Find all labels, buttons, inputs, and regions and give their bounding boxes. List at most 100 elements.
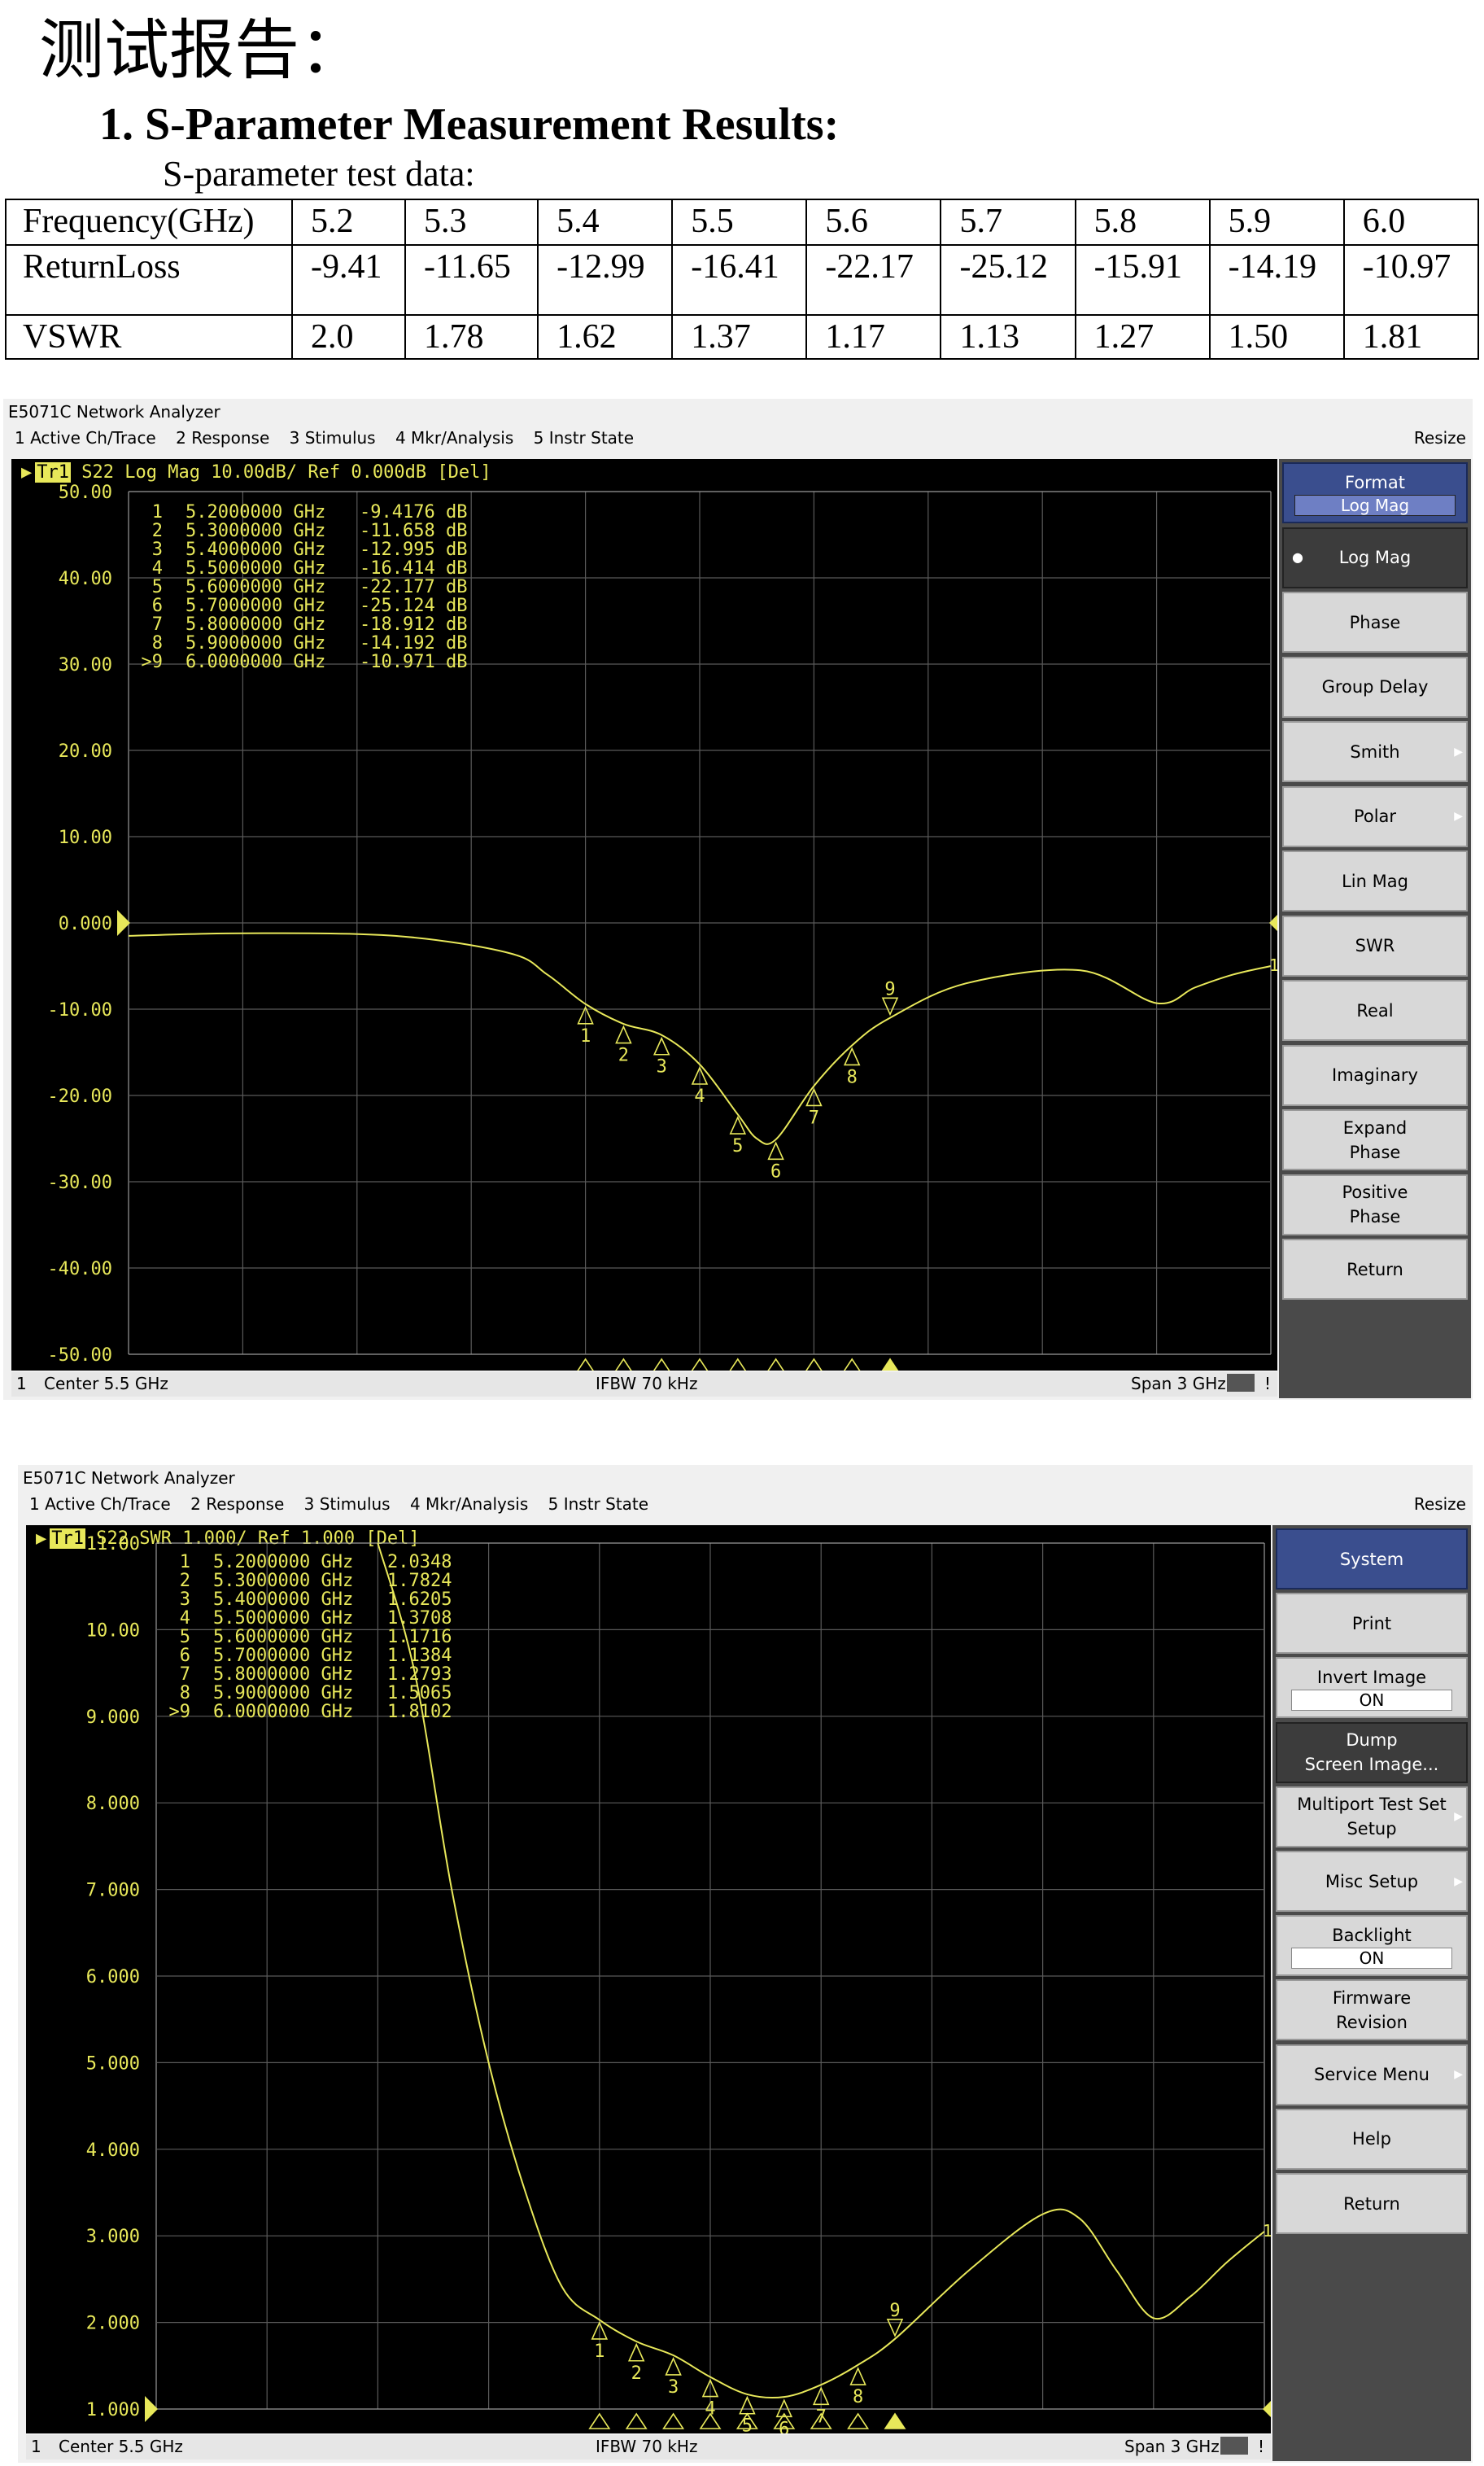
softkey-return[interactable]: Return bbox=[1276, 2173, 1468, 2234]
softkey-label: Smith bbox=[1350, 741, 1400, 762]
window-title: E5071C Network Analyzer bbox=[8, 402, 220, 422]
stimulus-marker-icon bbox=[729, 1358, 747, 1371]
softkey-backlight[interactable]: Backlight ON bbox=[1276, 1915, 1468, 1977]
marker-list-value: 1.2793 bbox=[387, 1664, 452, 1685]
menu-response[interactable]: 2 Response bbox=[190, 1494, 284, 1514]
y-tick-label: 9.000 bbox=[86, 1707, 140, 1728]
resize-button[interactable]: Resize bbox=[1414, 428, 1466, 448]
softkey-log-mag[interactable]: ● Log Mag bbox=[1282, 527, 1468, 588]
softkey-expand-phase[interactable]: Expand Phase bbox=[1282, 1109, 1468, 1170]
softkey-label: Phase bbox=[1349, 612, 1401, 632]
marker-triangle bbox=[849, 2367, 866, 2385]
marker-list-value: 2.0348 bbox=[387, 1552, 452, 1572]
marker-list-frequency: 5.2000000 GHz bbox=[213, 1552, 353, 1572]
marker-label: 1 bbox=[580, 1026, 591, 1047]
softkey-panel: Format Log Mag ● Log Mag Phase Group Delay Smi… bbox=[1279, 459, 1471, 1398]
y-tick-label: 10.00 bbox=[59, 828, 112, 848]
softkey-polar[interactable]: Polar ▶ bbox=[1282, 785, 1468, 847]
logmag-chart: 50.00 40.00 30.00 20.00 10.00 0.000 -10.00 -20.… bbox=[48, 483, 1277, 1371]
marker-label: 3 bbox=[657, 1057, 667, 1078]
marker-list-id: 7 bbox=[180, 1664, 190, 1685]
softkey-service-menu[interactable]: Service Menu ▶ bbox=[1276, 2044, 1468, 2105]
softkey-label: Print bbox=[1351, 1613, 1392, 1633]
menu-instr-state[interactable]: 5 Instr State bbox=[548, 1494, 648, 1514]
stimulus-marker-icon bbox=[577, 1358, 594, 1371]
softkey-smith[interactable]: Smith ▶ bbox=[1282, 721, 1468, 782]
marker-list-value: -25.124 dB bbox=[360, 596, 467, 616]
table-cell: 5.9 bbox=[1208, 199, 1345, 246]
marker-list-frequency: 5.5000000 GHz bbox=[213, 1608, 353, 1629]
status-span: Span 3 GHz bbox=[1131, 1374, 1226, 1393]
softkey-label: Invert Image bbox=[1316, 1667, 1427, 1687]
softkey-positive-phase[interactable]: Positive Phase bbox=[1282, 1174, 1468, 1235]
marker-list-value: -14.192 dB bbox=[360, 633, 467, 654]
softkey-imaginary[interactable]: Imaginary bbox=[1282, 1044, 1468, 1106]
marker-list-id: 2 bbox=[152, 521, 163, 541]
table-cell: 5.2 bbox=[291, 199, 406, 246]
softkey-label: Revision bbox=[1336, 2012, 1408, 2032]
status-flag: ! bbox=[1264, 1374, 1272, 1393]
softkey-lin-mag[interactable]: Lin Mag bbox=[1282, 850, 1468, 912]
marker-list-frequency: 5.4000000 GHz bbox=[213, 1589, 353, 1610]
softkey-print[interactable]: Print bbox=[1276, 1593, 1468, 1655]
submenu-arrow-icon: ▶ bbox=[1454, 1810, 1463, 1824]
swr-chart: 11.00 10.00 9.000 8.000 7.000 6.000 5.000 4.000… bbox=[86, 1534, 1271, 2433]
menu-mkr-analysis[interactable]: 4 Mkr/Analysis bbox=[410, 1494, 528, 1514]
y-tick-label: -40.00 bbox=[48, 1259, 112, 1279]
table-cell: -22.17 bbox=[805, 244, 942, 316]
table-cell: -14.19 bbox=[1208, 244, 1345, 316]
table-cell: 1.78 bbox=[404, 314, 539, 360]
softkey-group-delay[interactable]: Group Delay bbox=[1282, 656, 1468, 718]
marker-list-value: -12.995 dB bbox=[360, 540, 467, 560]
softkey-invert-image[interactable]: Invert Image ON bbox=[1276, 1657, 1468, 1719]
marker-list-value: -9.4176 dB bbox=[360, 502, 467, 522]
menu-response[interactable]: 2 Response bbox=[176, 428, 269, 448]
marker-label: 6 bbox=[770, 1161, 781, 1182]
marker-list-id: 7 bbox=[152, 614, 163, 635]
marker-list-id: 1 bbox=[180, 1552, 190, 1572]
submenu-arrow-icon: ▶ bbox=[1454, 810, 1463, 823]
softkey-system[interactable]: System bbox=[1276, 1528, 1468, 1589]
softkey-label: Screen Image... bbox=[1304, 1755, 1439, 1775]
softkey-misc-setup[interactable]: Misc Setup ▶ bbox=[1276, 1851, 1468, 1912]
softkey-format[interactable]: Format Log Mag bbox=[1282, 462, 1468, 523]
marker-list-id: >9 bbox=[142, 652, 164, 672]
softkey-real[interactable]: Real bbox=[1282, 980, 1468, 1041]
softkey-dump-screen-image[interactable]: Dump Screen Image... bbox=[1276, 1721, 1468, 1783]
menu-stimulus[interactable]: 3 Stimulus bbox=[290, 428, 376, 448]
marker-label: 2 bbox=[618, 1046, 629, 1066]
marker-triangle bbox=[615, 1025, 632, 1044]
menu-active-ch-trace[interactable]: 1 Active Ch/Trace bbox=[15, 428, 156, 448]
stimulus-marker-icon bbox=[881, 1358, 899, 1371]
menu-stimulus[interactable]: 3 Stimulus bbox=[304, 1494, 391, 1514]
stimulus-marker-icon bbox=[884, 2412, 906, 2429]
softkey-phase[interactable]: Phase bbox=[1282, 592, 1468, 653]
y-tick-label: 10.00 bbox=[86, 1620, 140, 1641]
resize-button[interactable]: Resize bbox=[1414, 1494, 1466, 1514]
softkey-multiport-test-set-setup[interactable]: Multiport Test Set Setup ▶ bbox=[1276, 1786, 1468, 1847]
y-tick-label: 2.000 bbox=[86, 2314, 140, 2334]
marker-list-frequency: 5.7000000 GHz bbox=[186, 596, 325, 616]
softkey-swr[interactable]: SWR bbox=[1282, 915, 1468, 977]
softkey-firmware-revision[interactable]: Firmware Revision bbox=[1276, 1979, 1468, 2041]
table-caption: S-parameter test data: bbox=[163, 154, 475, 194]
status-channel: 1 bbox=[31, 2437, 41, 2456]
marker-list-id: 4 bbox=[180, 1608, 190, 1629]
menu-instr-state[interactable]: 5 Instr State bbox=[534, 428, 634, 448]
table-row-return-loss: ReturnLoss -9.41 -11.65 -12.99 -16.41 -2… bbox=[5, 244, 1480, 316]
softkey-help[interactable]: Help bbox=[1276, 2108, 1468, 2170]
marker-list-frequency: 5.5000000 GHz bbox=[186, 558, 325, 579]
trace-end-label: 1 bbox=[1263, 2221, 1271, 2241]
marker-list-frequency: 5.9000000 GHz bbox=[186, 633, 325, 654]
table-cell: 6.0 bbox=[1342, 199, 1480, 246]
marker-list-frequency: 5.2000000 GHz bbox=[186, 502, 325, 522]
status-center: Center 5.5 GHz bbox=[44, 1374, 168, 1393]
marker-list-frequency: 5.6000000 GHz bbox=[186, 577, 325, 597]
y-tick-label: 8.000 bbox=[86, 1794, 140, 1814]
menu-active-ch-trace[interactable]: 1 Active Ch/Trace bbox=[29, 1494, 171, 1514]
softkey-return[interactable]: Return bbox=[1282, 1239, 1468, 1300]
submenu-arrow-icon: ▶ bbox=[1454, 745, 1463, 759]
menu-mkr-analysis[interactable]: 4 Mkr/Analysis bbox=[395, 428, 513, 448]
table-cell: 1.62 bbox=[537, 314, 674, 360]
marker-label: 1 bbox=[594, 2341, 605, 2362]
